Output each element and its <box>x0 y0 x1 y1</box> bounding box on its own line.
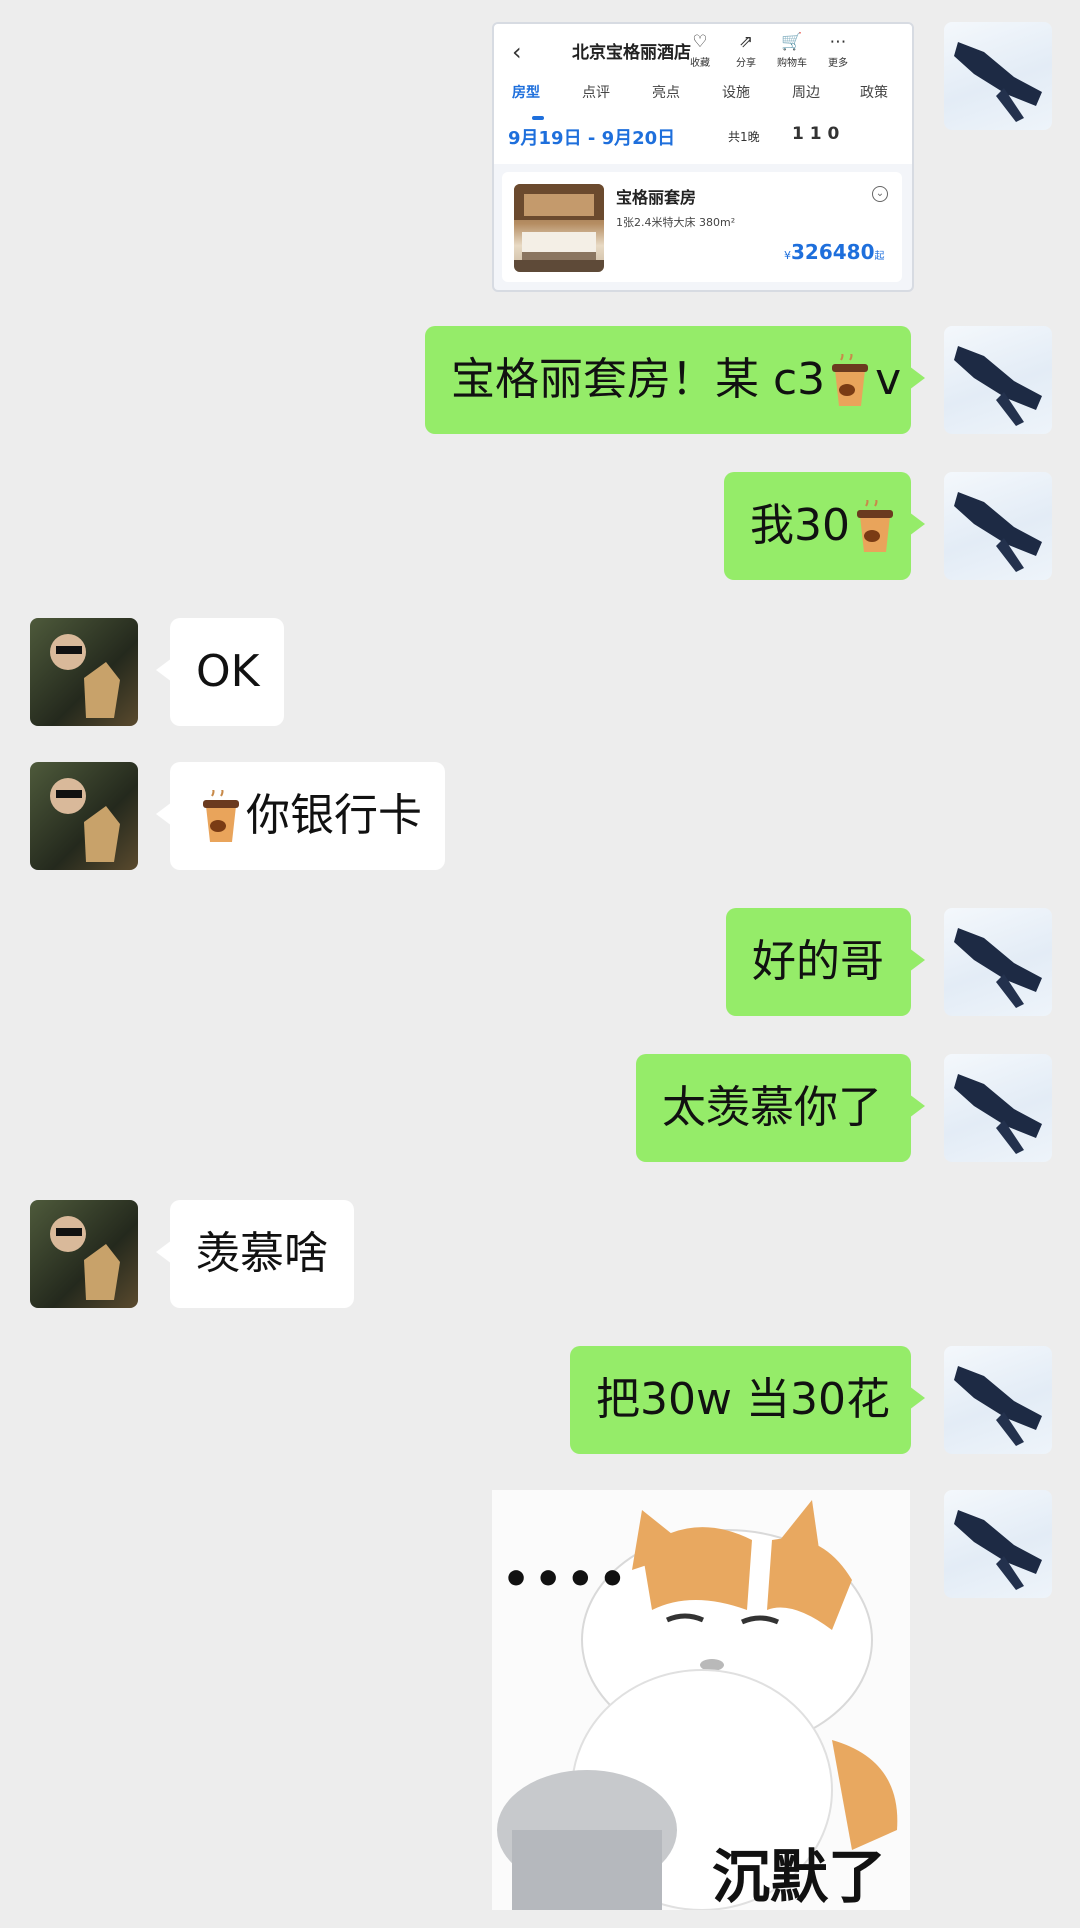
guest-counts: 1 1 0 <box>792 124 840 144</box>
message-text: 好的哥 <box>752 936 884 987</box>
message-bubble-friend[interactable]: 羡慕啥 <box>156 1200 354 1308</box>
coffee-cup-icon <box>857 500 893 552</box>
message-text: OK <box>196 646 260 697</box>
message-text: 把30w 当30花 <box>596 1374 890 1425</box>
my-avatar[interactable] <box>944 1054 1052 1162</box>
friend-avatar[interactable] <box>30 618 138 726</box>
my-avatar[interactable] <box>944 908 1052 1016</box>
my-avatar[interactable] <box>944 472 1052 580</box>
message-bubble-mine[interactable]: 宝格丽套房！某 c3 v <box>425 326 925 434</box>
more-icon: ⋯ <box>829 32 847 52</box>
cart-label: 购物车 <box>777 58 807 69</box>
message-text: 宝格丽套房！某 c3 <box>451 354 826 405</box>
stay-dates: 9月19日 - 9月20日 <box>508 128 676 149</box>
room-photo <box>514 184 604 272</box>
night-count: 共1晚 <box>728 130 760 144</box>
room-description: 1张2.4米特大床 380m² <box>616 216 736 229</box>
share-label: 分享 <box>736 58 756 69</box>
cart-action: 🛒 购物车 <box>772 32 812 69</box>
message-text: 我30 <box>750 500 850 551</box>
tab-room-type: 房型 <box>512 85 540 101</box>
sticker-caption: 沉默了 <box>712 1843 887 1910</box>
favorite-label: 收藏 <box>690 58 710 69</box>
coffee-cup-icon <box>832 354 869 406</box>
active-tab-indicator <box>532 116 544 120</box>
room-price: ¥326480起 <box>784 240 885 264</box>
favorite-action: ♡ 收藏 <box>680 32 720 69</box>
message-bubble-friend[interactable]: 你银行卡 <box>156 762 445 870</box>
hotel-title: 北京宝格丽酒店 <box>572 43 691 63</box>
share-action: ⇗ 分享 <box>726 32 766 69</box>
hotel-tabs: 房型 点评 亮点 设施 周边 政策 <box>494 82 912 110</box>
message-text: 太羡慕你了 <box>662 1082 882 1133</box>
my-avatar[interactable] <box>944 22 1052 130</box>
coffee-cup-icon <box>203 790 239 842</box>
message-bubble-mine[interactable]: 把30w 当30花 <box>570 1346 925 1454</box>
tab-nearby: 周边 <box>792 85 820 101</box>
ellipsis-dots: •••• <box>502 1554 631 1605</box>
cat-sticker-message[interactable]: •••• 沉默了 <box>492 1490 910 1910</box>
cart-icon: 🛒 <box>781 32 803 52</box>
hotel-share-card[interactable]: ‹ 北京宝格丽酒店 ♡ 收藏 ⇗ 分享 🛒 购物车 ⋯ 更多 房型 点评 亮点 … <box>492 22 914 292</box>
back-arrow-icon: ‹ <box>512 38 522 66</box>
message-bubble-mine[interactable]: 好的哥 <box>726 908 925 1016</box>
heart-icon: ♡ <box>692 32 708 52</box>
friend-avatar[interactable] <box>30 762 138 870</box>
my-avatar[interactable] <box>944 1490 1052 1598</box>
message-bubble-mine[interactable]: 太羡慕你了 <box>636 1054 925 1162</box>
chevron-down-icon: ⌄ <box>872 186 888 202</box>
more-action: ⋯ 更多 <box>818 32 858 69</box>
room-item: 宝格丽套房 1张2.4米特大床 380m² ⌄ ¥326480起 <box>502 172 902 282</box>
price-suffix: 起 <box>874 251 885 262</box>
tab-reviews: 点评 <box>582 85 610 101</box>
message-text: 羡慕啥 <box>196 1228 328 1279</box>
tab-policy: 政策 <box>860 85 888 101</box>
room-name: 宝格丽套房 <box>616 188 697 207</box>
share-icon: ⇗ <box>738 32 754 52</box>
currency-symbol: ¥ <box>784 249 791 262</box>
message-bubble-friend[interactable]: OK <box>156 618 284 726</box>
tab-highlights: 亮点 <box>652 85 680 101</box>
message-text: 你银行卡 <box>246 790 422 841</box>
tab-facilities: 设施 <box>722 85 750 101</box>
price-value: 326480 <box>791 240 875 264</box>
friend-avatar[interactable] <box>30 1200 138 1308</box>
my-avatar[interactable] <box>944 1346 1052 1454</box>
my-avatar[interactable] <box>944 326 1052 434</box>
more-label: 更多 <box>828 58 848 69</box>
message-text-end: v <box>875 354 902 405</box>
message-bubble-mine[interactable]: 我30 <box>724 472 925 580</box>
